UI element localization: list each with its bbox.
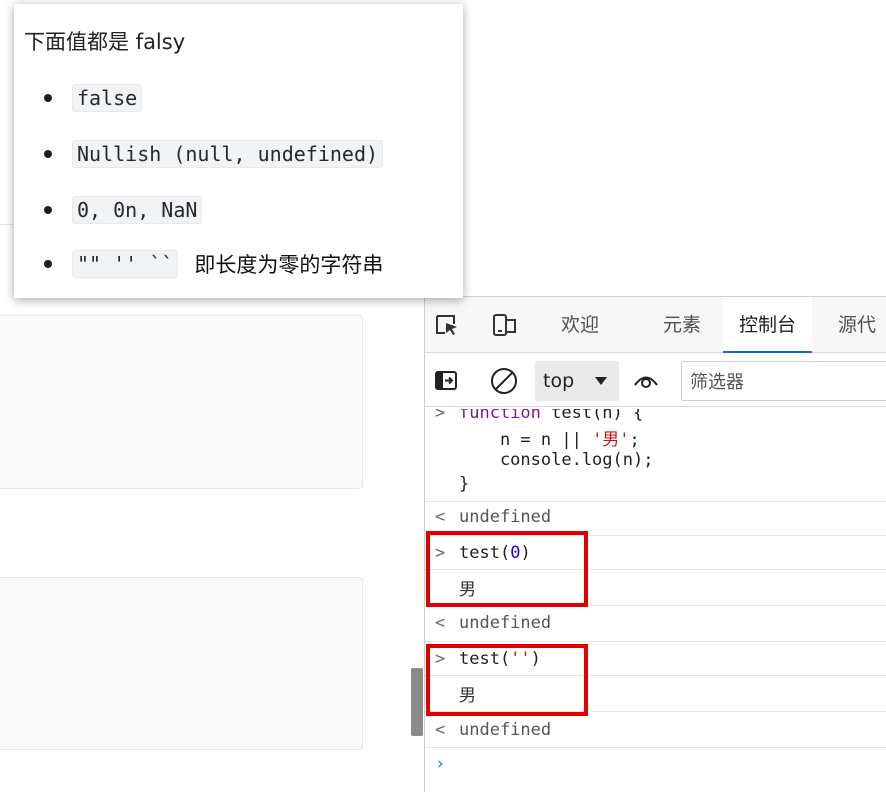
inspect-element-icon[interactable] [433,311,461,339]
log-value: 男 [459,686,476,706]
console-divider [425,641,886,642]
live-expression-eye-icon[interactable] [631,366,659,394]
inline-code: 0, 0n, NaN [72,196,203,224]
inline-code: "" '' `` [72,250,179,278]
bullet-icon [44,94,52,102]
console-divider [425,711,886,712]
console-divider [425,675,886,676]
console-output: > function test(n) { n = n || '男'; conso… [425,409,886,792]
result-value: undefined [459,507,552,527]
chevron-left-icon: < [435,613,446,633]
code-line: n = n || '男'; [459,430,640,450]
result-value: undefined [459,720,552,740]
chevron-right-icon: > [435,543,446,563]
console-divider [425,535,886,536]
chevron-down-icon [595,377,607,385]
tab-label: 元素 [663,314,702,336]
scrollbar-thumb[interactable] [411,668,423,736]
code-line: test(0) [459,543,531,563]
sidebar-toggle-icon[interactable] [433,367,461,395]
bullet-icon [44,260,52,268]
context-value: top [543,370,575,392]
chevron-left-icon: < [435,507,446,527]
context-selector[interactable]: top [535,361,619,401]
chevron-right-icon: > [435,409,446,423]
inline-code: false [72,84,143,112]
popup-title: 下面值都是 falsy [24,30,186,54]
console-divider [425,605,886,606]
code-line: console.log(n); [459,450,654,470]
code-line: function test(n) { [459,409,644,423]
chevron-right-icon: > [435,649,446,669]
list-item: Nullish (null, undefined) [44,139,384,169]
chevron-right-icon: › [435,754,446,774]
list-item: "" '' `` 即长度为零的字符串 [44,249,383,279]
code-line: } [459,474,470,494]
console-divider [425,747,886,748]
chevron-left-icon: < [435,720,446,740]
tab-label: 控制台 [739,314,797,336]
code-line: test('') [459,649,541,669]
tab-label: 欢迎 [561,314,600,336]
inline-code: Nullish (null, undefined) [72,140,384,168]
filter-input[interactable]: 筛选器 [681,361,886,401]
tab-welcome[interactable]: 欢迎 [561,297,599,353]
list-item-note: 即长度为零的字符串 [194,253,384,277]
device-emulation-icon[interactable] [491,311,519,339]
list-item: 0, 0n, NaN [44,195,203,225]
devtools-tabbar: 欢迎 元素 控制台 源代码 [425,297,886,392]
filter-placeholder: 筛选器 [690,372,744,393]
tab-elements[interactable]: 元素 [663,297,701,353]
console-toolbar: top 筛选器 [425,353,886,407]
tab-console[interactable]: 控制台 [723,297,813,353]
tab-sources[interactable]: 源代码 [838,297,886,392]
list-item: false [44,83,143,113]
console-divider [425,501,886,502]
bullet-icon [44,206,52,214]
content-card [0,577,363,750]
clear-console-icon[interactable] [489,366,517,394]
content-card [0,315,363,489]
log-value: 男 [459,580,476,600]
falsy-tooltip-popup: 下面值都是 falsy false Nullish (null, undefin… [14,4,463,298]
result-value: undefined [459,613,552,633]
bullet-icon [44,150,52,158]
console-divider [425,569,886,570]
devtools-panel: 欢迎 元素 控制台 源代码 top [424,296,886,792]
